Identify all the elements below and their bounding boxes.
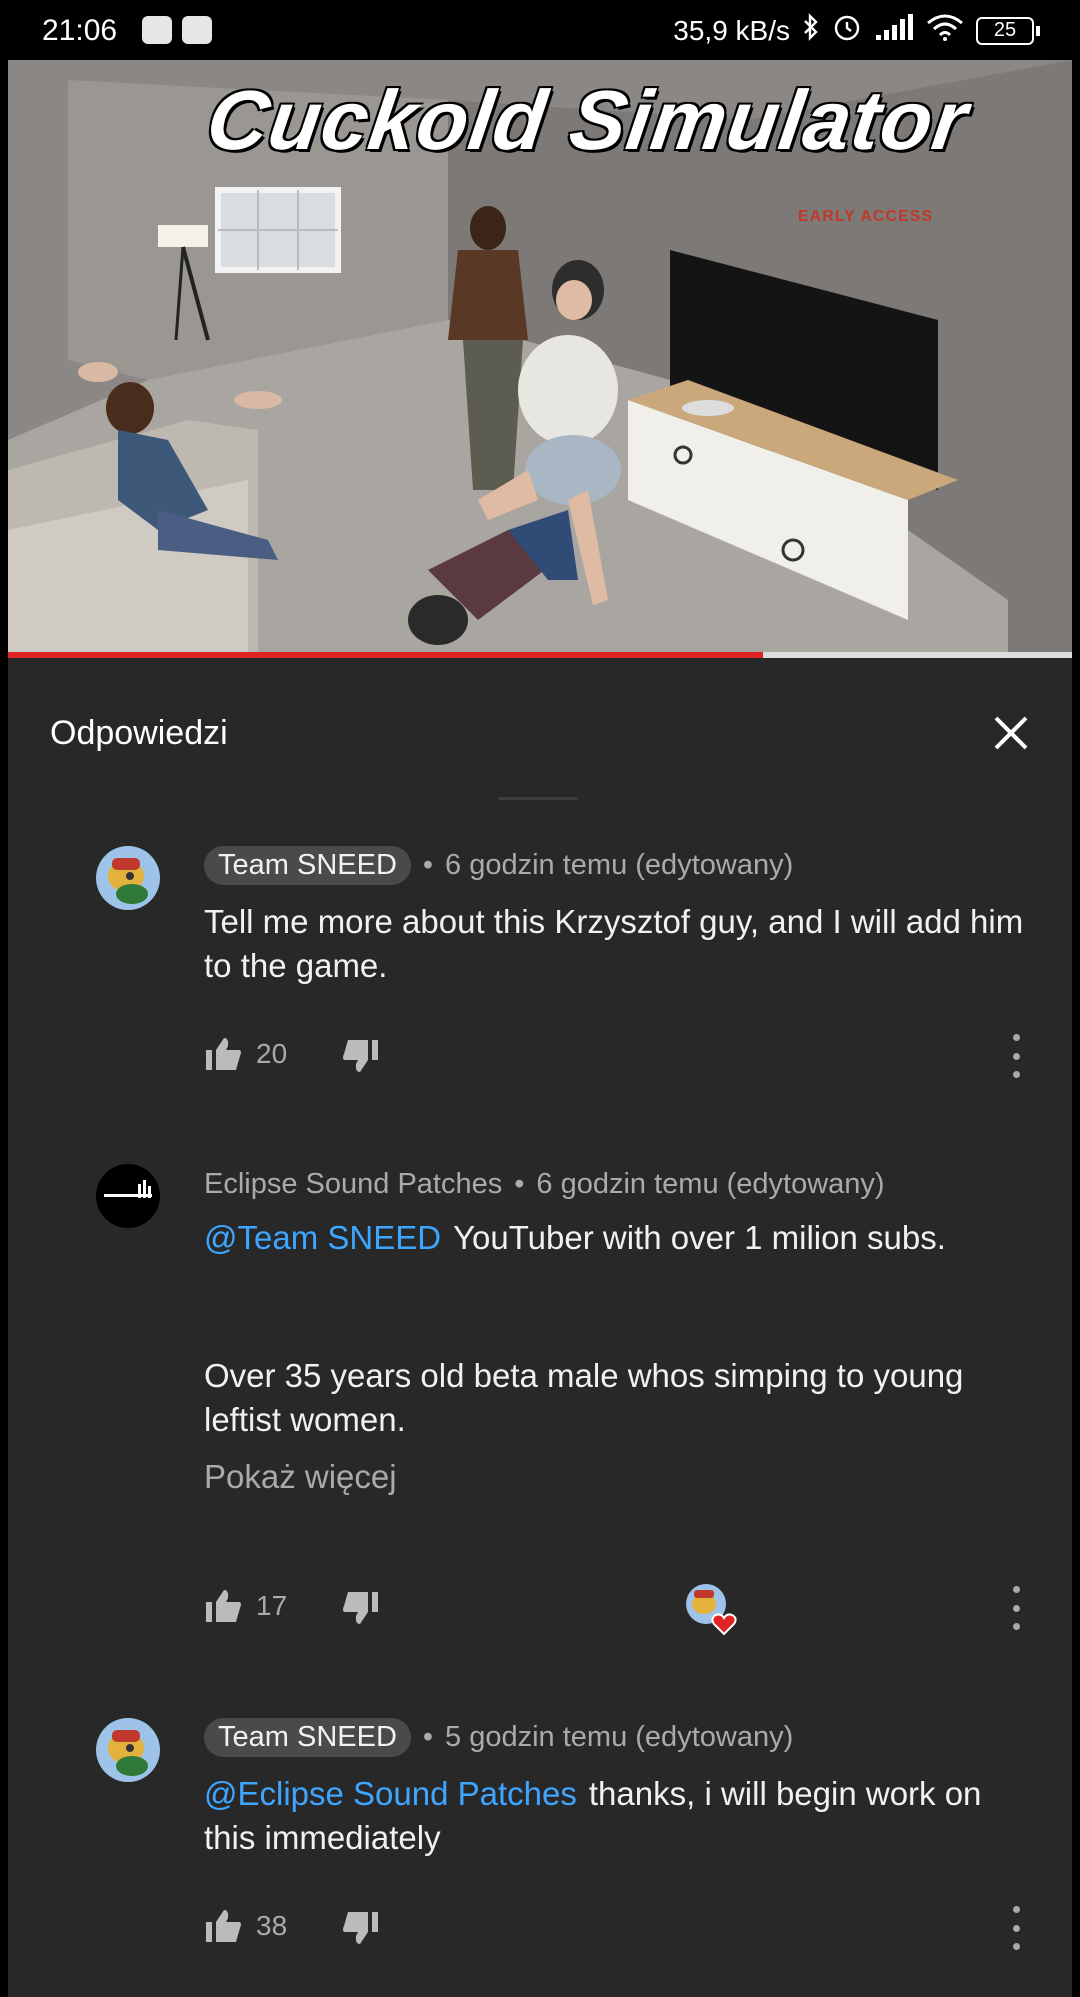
- network-speed: 35,9 kB/s: [673, 14, 790, 46]
- comment-actions: 20: [204, 1034, 380, 1074]
- comment-meta: Eclipse Sound Patches • 6 godzin temu (e…: [204, 1168, 885, 1201]
- wifi-icon: [926, 13, 964, 48]
- comment-text-paragraph: Over 35 years old beta male whos simping…: [204, 1357, 964, 1438]
- author-name[interactable]: Team SNEED: [204, 1718, 411, 1757]
- author-name[interactable]: Team SNEED: [204, 846, 411, 885]
- battery-level: 25: [976, 16, 1034, 45]
- avatar[interactable]: [96, 1718, 160, 1782]
- comment-text: @Team SNEED YouTuber with over 1 milion s…: [204, 1216, 1024, 1260]
- drag-handle[interactable]: [498, 797, 578, 800]
- thumbs-down-icon[interactable]: [340, 1034, 380, 1074]
- replies-panel: Odpowiedzi Team SNEED • 6 godzin temu (e…: [8, 658, 1072, 1997]
- avatar[interactable]: [96, 1164, 160, 1228]
- app-notification-icon: [142, 16, 172, 44]
- comment-actions: 38: [204, 1906, 380, 1946]
- more-options-button[interactable]: [1008, 1034, 1024, 1078]
- signal-icon: [874, 13, 914, 48]
- more-options-button[interactable]: [1008, 1586, 1024, 1630]
- author-name[interactable]: Eclipse Sound Patches: [204, 1168, 502, 1201]
- status-bar: 21:06 35,9 kB/s 25: [0, 0, 1080, 60]
- video-player[interactable]: Cuckold Simulator EARLY ACCESS: [8, 60, 1072, 658]
- panel-title: Odpowiedzi: [50, 714, 228, 752]
- more-options-button[interactable]: [1008, 1906, 1024, 1950]
- like-count: 17: [256, 1590, 288, 1621]
- comment-text: @Eclipse Sound Patches thanks, i will beg…: [204, 1772, 1024, 1860]
- comment-time: 6 godzin temu (edytowany): [445, 849, 794, 881]
- panel-header: Odpowiedzi: [8, 658, 1072, 798]
- thumbs-up-icon[interactable]: [204, 1034, 244, 1074]
- close-icon: [994, 716, 1028, 750]
- close-button[interactable]: [986, 708, 1036, 758]
- mention-link[interactable]: @Eclipse Sound Patches: [204, 1775, 577, 1812]
- comment-actions: 17: [204, 1586, 380, 1626]
- thumbs-up-icon[interactable]: [204, 1906, 244, 1946]
- mention-link[interactable]: @Team SNEED: [204, 1219, 441, 1256]
- comment-meta: Team SNEED • 5 godzin temu (edytowany): [204, 1718, 793, 1757]
- video-title: Cuckold Simulator: [201, 73, 974, 167]
- comment-time: 5 godzin temu (edytowany): [445, 1721, 794, 1753]
- comment-text: Tell me more about this Krzysztof guy, a…: [204, 903, 1024, 984]
- bluetooth-icon: [802, 13, 820, 48]
- app-notification-icon: [182, 16, 212, 44]
- thumbs-up-icon[interactable]: [204, 1586, 244, 1626]
- avatar[interactable]: [96, 846, 160, 910]
- alarm-icon: [832, 12, 862, 49]
- comment-time: 6 godzin temu (edytowany): [536, 1168, 885, 1200]
- thumbs-down-icon[interactable]: [340, 1906, 380, 1946]
- comment-text-line: YouTuber with over 1 milion subs.: [453, 1219, 946, 1256]
- like-count: 20: [256, 1038, 288, 1069]
- creator-heart-icon: [684, 1582, 740, 1638]
- comment-meta: Team SNEED • 6 godzin temu (edytowany): [204, 846, 793, 885]
- status-time: 21:06: [42, 14, 118, 47]
- video-subtitle: EARLY ACCESS: [798, 208, 933, 225]
- like-count: 38: [256, 1910, 288, 1941]
- thumbs-down-icon[interactable]: [340, 1586, 380, 1626]
- show-more-link[interactable]: Pokaż więcej: [204, 1458, 397, 1496]
- battery-icon: 25: [976, 16, 1040, 45]
